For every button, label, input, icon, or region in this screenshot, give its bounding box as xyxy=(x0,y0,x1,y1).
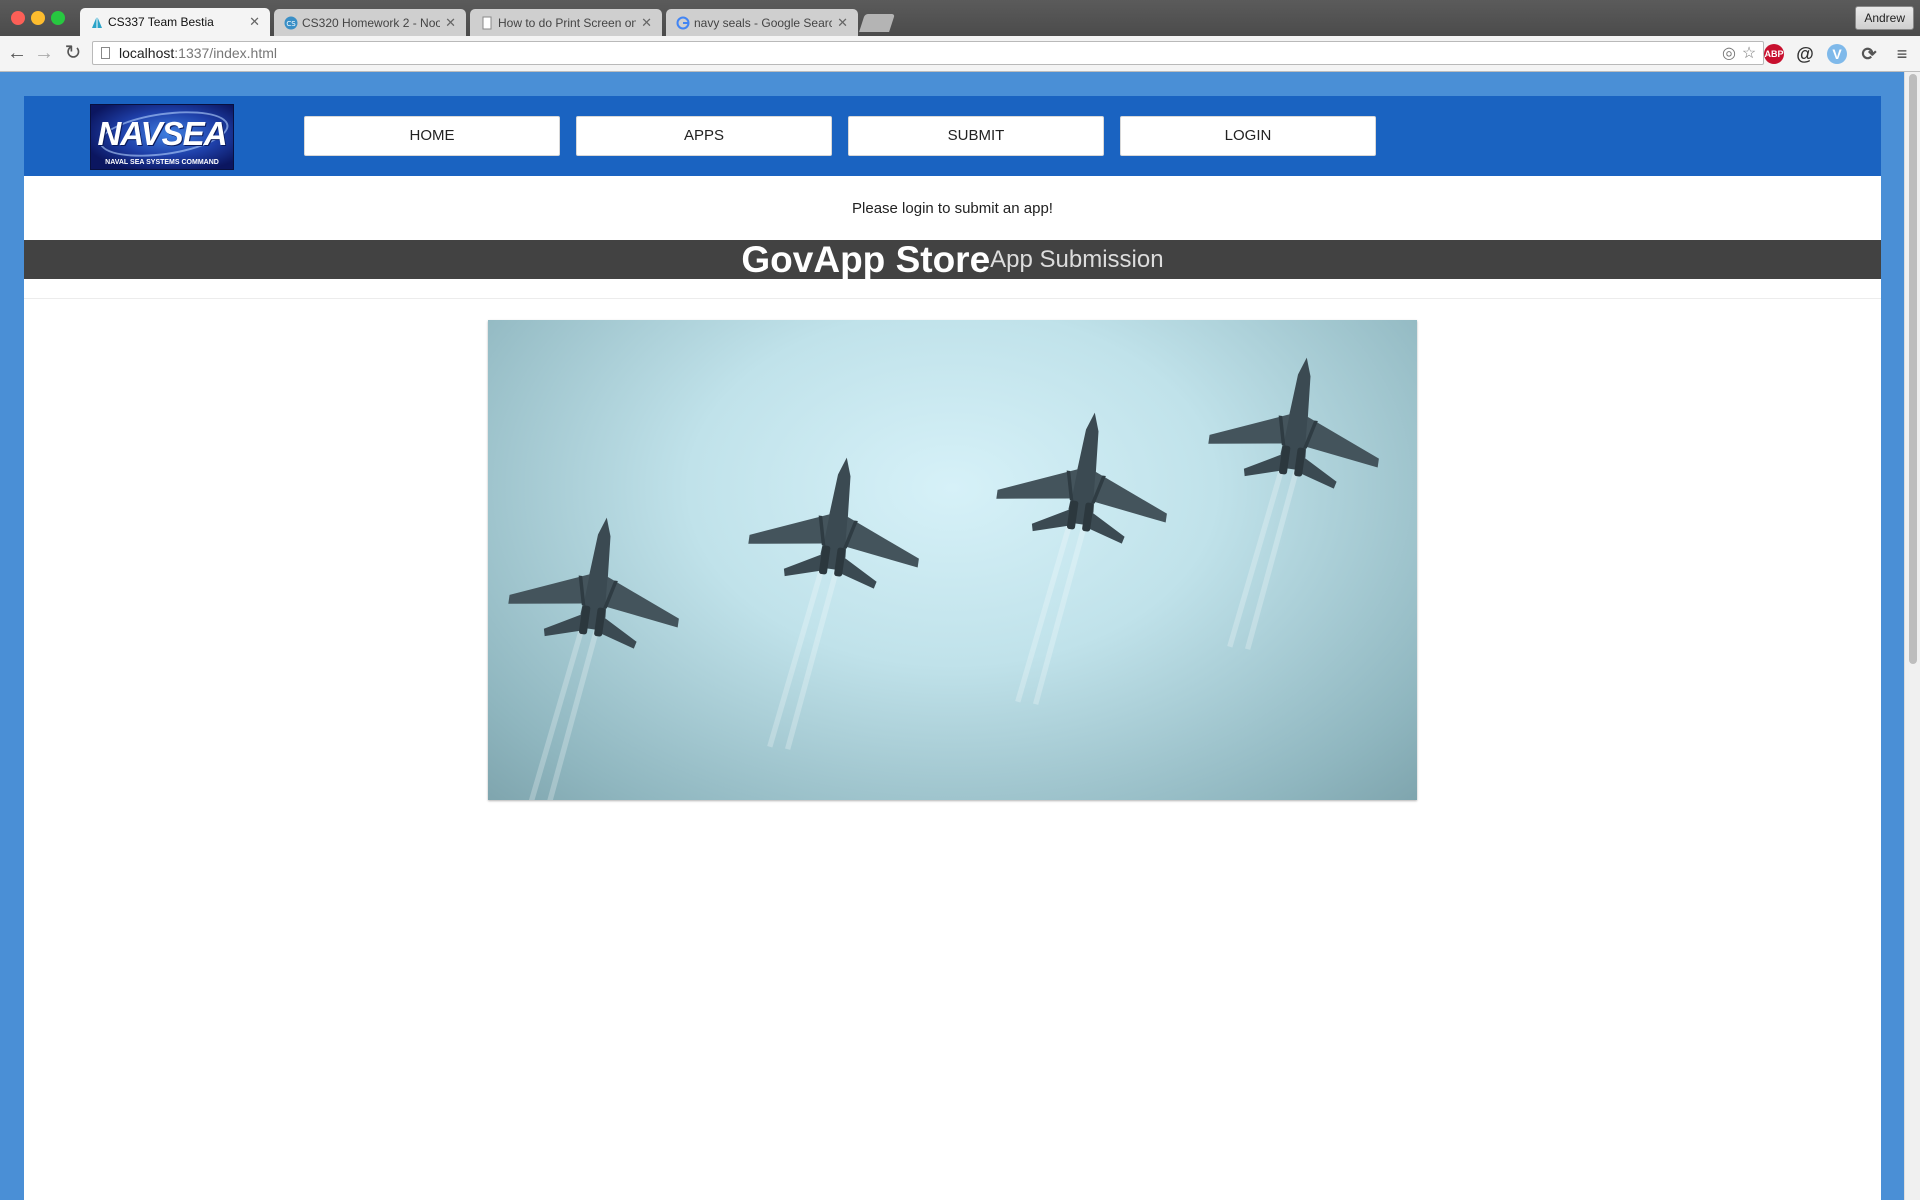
menu-icon[interactable]: ≡ xyxy=(1892,44,1912,64)
login-message: Please login to submit an app! xyxy=(852,200,1053,217)
svg-text:CS: CS xyxy=(286,20,296,28)
page-container: NAVSEA NAVAL SEA SYSTEMS COMMAND HOME AP… xyxy=(24,96,1881,1200)
profile-button[interactable]: Andrew xyxy=(1855,6,1914,30)
location-target-icon[interactable]: ◎ xyxy=(1721,46,1737,62)
page-title: GovApp Store xyxy=(741,239,991,280)
tab-title: CS337 Team Bestia xyxy=(108,15,214,29)
tab-title: CS320 Homework 2 - Noo xyxy=(302,16,440,30)
fighter-jet xyxy=(969,401,1180,719)
title-bar: GovApp StoreApp Submission xyxy=(24,240,1881,279)
page-subtitle: App Submission xyxy=(990,246,1164,273)
divider xyxy=(24,298,1881,299)
maximize-window-button[interactable] xyxy=(51,11,65,25)
back-arrow-icon[interactable]: ← xyxy=(6,42,28,64)
google-favicon-icon xyxy=(676,16,690,30)
tab-title: How to do Print Screen on xyxy=(498,16,636,30)
navsea-logo[interactable]: NAVSEA NAVAL SEA SYSTEMS COMMAND xyxy=(90,104,234,170)
close-tab-icon[interactable]: ✕ xyxy=(837,15,848,31)
browser-tab-cs337[interactable]: CS337 Team Bestia ✕ xyxy=(80,8,270,36)
browser-tab-cs320[interactable]: CS CS320 Homework 2 - Noo ✕ xyxy=(274,9,466,36)
at-icon[interactable]: @ xyxy=(1795,44,1815,64)
minimize-window-button[interactable] xyxy=(31,11,45,25)
login-button[interactable]: LOGIN xyxy=(1120,116,1376,156)
vimium-icon[interactable]: V xyxy=(1827,44,1847,64)
fighter-jet xyxy=(1181,346,1392,664)
abp-icon[interactable]: ABP xyxy=(1764,44,1784,64)
home-button[interactable]: HOME xyxy=(304,116,560,156)
submit-button[interactable]: SUBMIT xyxy=(848,116,1104,156)
browser-tab-google-search[interactable]: navy seals - Google Search ✕ xyxy=(666,9,858,36)
close-tab-icon[interactable]: ✕ xyxy=(445,15,456,31)
browser-tab-print-screen[interactable]: How to do Print Screen on ✕ xyxy=(470,9,662,36)
apps-button[interactable]: APPS xyxy=(576,116,832,156)
hero-image xyxy=(488,320,1417,800)
browser-tab-strip: CS337 Team Bestia ✕ CS CS320 Homework 2 … xyxy=(0,0,1920,36)
forward-arrow-icon[interactable]: → xyxy=(33,42,55,64)
document-favicon-icon xyxy=(482,16,492,30)
url-text: localhost:1337/index.html xyxy=(119,45,277,61)
browser-toolbar: ← → ↻ localhost:1337/index.html ◎ ☆ ABP … xyxy=(0,36,1920,72)
close-tab-icon[interactable]: ✕ xyxy=(641,15,652,31)
bookmark-star-icon[interactable]: ☆ xyxy=(1741,46,1757,62)
page-icon xyxy=(101,47,110,59)
scrollbar-thumb[interactable] xyxy=(1909,74,1917,664)
close-window-button[interactable] xyxy=(11,11,25,25)
logo-text: NAVSEA xyxy=(97,115,227,152)
tab-title: navy seals - Google Search xyxy=(694,16,832,30)
close-tab-icon[interactable]: ✕ xyxy=(249,14,260,30)
reload-icon[interactable]: ↻ xyxy=(62,42,84,64)
fighter-jet xyxy=(488,506,691,800)
sync-icon[interactable]: ⟳ xyxy=(1859,44,1879,64)
fighter-jets-illustration xyxy=(488,320,1417,800)
cs-favicon-icon: CS xyxy=(284,16,298,30)
site-header: NAVSEA NAVAL SEA SYSTEMS COMMAND HOME AP… xyxy=(24,96,1881,176)
page-viewport: NAVSEA NAVAL SEA SYSTEMS COMMAND HOME AP… xyxy=(0,72,1920,1200)
logo-subtext: NAVAL SEA SYSTEMS COMMAND xyxy=(105,159,219,166)
scrollbar[interactable] xyxy=(1904,72,1920,1200)
site-favicon-icon xyxy=(92,16,102,28)
new-tab-button[interactable] xyxy=(859,14,895,32)
address-bar[interactable]: localhost:1337/index.html ◎ ☆ xyxy=(92,41,1764,65)
fighter-jet xyxy=(721,446,932,764)
